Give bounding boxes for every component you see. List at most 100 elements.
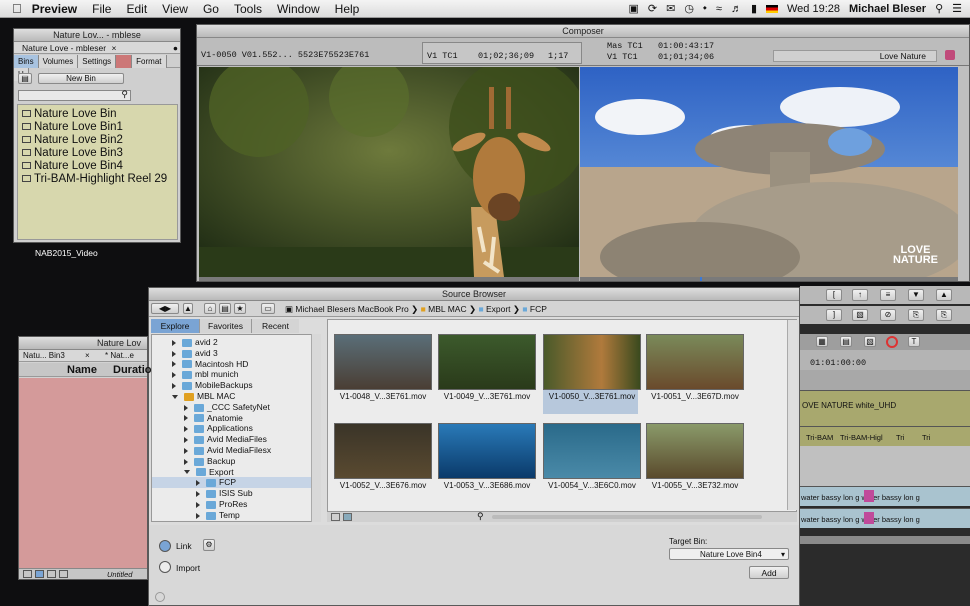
tree-scrollbar[interactable] [311, 334, 321, 522]
title-track-clip[interactable]: OVE NATURE white_UHD [800, 390, 970, 426]
clip-thumbnail[interactable] [543, 334, 641, 390]
time-machine-icon[interactable]: ◷ [684, 2, 694, 15]
clip-thumbnail[interactable] [646, 334, 744, 390]
bin-titlebar[interactable]: Nature Lov [19, 337, 147, 350]
clip-thumbnail[interactable] [543, 423, 641, 479]
timeline-clip[interactable]: Tri [922, 433, 930, 442]
tree-item[interactable]: MBL MAC [152, 391, 320, 402]
breadcrumb-item[interactable]: Export [486, 304, 511, 314]
menu-file[interactable]: File [92, 2, 111, 16]
disclosure-closed-icon[interactable] [184, 404, 188, 411]
sequence-menu[interactable]: Love Nature [773, 50, 937, 62]
breadcrumb-item[interactable]: MBL MAC [428, 304, 466, 314]
disclosure-open-icon[interactable] [184, 470, 190, 475]
sequence-color-icon[interactable] [945, 50, 955, 60]
tab-settings[interactable]: Settings [78, 55, 117, 68]
disclosure-closed-icon[interactable] [184, 458, 188, 465]
bluetooth-icon[interactable]: ⬩ [703, 2, 707, 15]
disclosure-closed-icon[interactable] [172, 361, 176, 368]
clip-thumbnail[interactable] [438, 423, 536, 479]
disclosure-closed-icon[interactable] [184, 447, 188, 454]
extract-icon[interactable]: ▲ [936, 289, 952, 301]
disclosure-closed-icon[interactable] [196, 512, 200, 519]
list-item[interactable]: Nature Love Bin [18, 108, 177, 121]
tree-item[interactable]: avid 2 [152, 337, 320, 348]
tree-item[interactable]: Avid MediaFilesx [152, 445, 320, 456]
project-tab[interactable]: Nature Love - mbleser × ● [14, 42, 180, 54]
clip-thumbnail[interactable] [334, 334, 432, 390]
transition-icon[interactable] [864, 512, 874, 524]
clip-thumbnail[interactable] [646, 423, 744, 479]
tree-item[interactable]: avid 3 [152, 348, 320, 359]
disclosure-closed-icon[interactable] [196, 501, 200, 508]
segment-icon[interactable]: ▧ [864, 336, 876, 347]
back-forward-button[interactable]: ◀▶ [151, 303, 179, 314]
new-bin-button[interactable]: New Bin [38, 73, 124, 84]
home-icon[interactable]: ⌂ [204, 303, 216, 314]
tab-bins[interactable]: Bins [14, 55, 39, 68]
flag-icon[interactable] [766, 4, 778, 13]
list-item[interactable]: Nature Love Bin1 [18, 121, 177, 134]
tab-explore[interactable]: Explore [151, 319, 199, 333]
bin-view-icon[interactable] [23, 570, 32, 578]
column-name[interactable]: Name [67, 364, 97, 376]
timeline-clip[interactable]: Tri-BAM-Higl [840, 433, 883, 442]
project-window-titlebar[interactable]: Nature Lov... - mblese [14, 29, 180, 42]
clip-thumbnail[interactable] [334, 423, 432, 479]
grid-icon[interactable]: ▦ [816, 336, 828, 347]
bin-view-icon[interactable] [59, 570, 68, 578]
sync-icon[interactable]: ⟳ [648, 2, 657, 15]
tree-item[interactable]: Avid MediaFiles [152, 434, 320, 445]
bin-tab[interactable]: Natu... Bin3 [23, 350, 65, 362]
clip-thumbnail[interactable] [438, 334, 536, 390]
grid-view-icon[interactable] [343, 513, 352, 521]
search-icon[interactable]: ⚲ [477, 511, 484, 522]
tree-item[interactable]: Export [152, 467, 320, 478]
mark-in-icon[interactable]: [ [826, 289, 842, 301]
list-item[interactable]: Nature Love Bin2 [18, 134, 177, 147]
paste-icon[interactable]: ⎘ [936, 309, 952, 321]
menu-window[interactable]: Window [277, 2, 320, 16]
tab-effects-icon[interactable] [116, 55, 133, 68]
disclosure-closed-icon[interactable] [196, 490, 200, 497]
tree-item[interactable]: Macintosh HD [152, 359, 320, 370]
breadcrumb-item[interactable]: FCP [530, 304, 547, 314]
disclosure-closed-icon[interactable] [184, 415, 188, 422]
lift-icon[interactable]: ↑ [852, 289, 868, 301]
tree-item[interactable]: mbl munich [152, 369, 320, 380]
disclosure-closed-icon[interactable] [172, 382, 176, 389]
record-monitor[interactable]: LOVE NATURE [580, 67, 958, 277]
dropbox-icon[interactable]: ▣ [628, 2, 638, 15]
source-monitor[interactable] [199, 67, 579, 277]
bin-search-input[interactable]: ⚲ [18, 89, 131, 101]
timeline-clip[interactable]: Tri [896, 433, 904, 442]
close-icon[interactable]: × [85, 350, 90, 362]
volume-icon[interactable]: ♬ [731, 3, 742, 15]
list-item[interactable]: Nature Love Bin3 [18, 147, 177, 160]
timeline-ruler[interactable]: 01:01:00:00 [800, 350, 970, 370]
breadcrumb-item[interactable]: Michael Blesers MacBook Pro [295, 304, 408, 314]
tab-favorites[interactable]: Favorites [199, 319, 251, 333]
user-name[interactable]: Michael Bleser [849, 3, 926, 15]
menu-edit[interactable]: Edit [126, 2, 147, 16]
apple-menu-icon[interactable]:  [12, 1, 22, 16]
disclosure-open-icon[interactable] [172, 394, 178, 399]
menu-view[interactable]: View [162, 2, 188, 16]
import-radio[interactable] [159, 561, 171, 573]
tree-item[interactable]: Backup [152, 456, 320, 467]
position-indicator[interactable] [700, 277, 702, 281]
add-button[interactable]: Add [749, 566, 789, 579]
drive-icon[interactable]: ▭ [261, 303, 275, 314]
source-clip-menu[interactable]: V1-0050 V01.552... 5523E75523E761 [201, 50, 369, 60]
disclosure-closed-icon[interactable] [184, 436, 188, 443]
battery-icon[interactable]: ▮ [751, 2, 757, 15]
close-icon[interactable]: × [111, 43, 116, 53]
menu-app-name[interactable]: Preview [32, 2, 77, 16]
disclosure-closed-icon[interactable] [172, 339, 176, 346]
disclosure-closed-icon[interactable] [184, 426, 188, 433]
mark-out-icon[interactable]: ] [826, 309, 842, 321]
clear-marks-icon[interactable]: ▧ [852, 309, 868, 321]
source-browser-titlebar[interactable]: Source Browser [149, 288, 799, 301]
tab-format[interactable]: Format [132, 55, 167, 68]
bin-view-icon[interactable] [47, 570, 56, 578]
